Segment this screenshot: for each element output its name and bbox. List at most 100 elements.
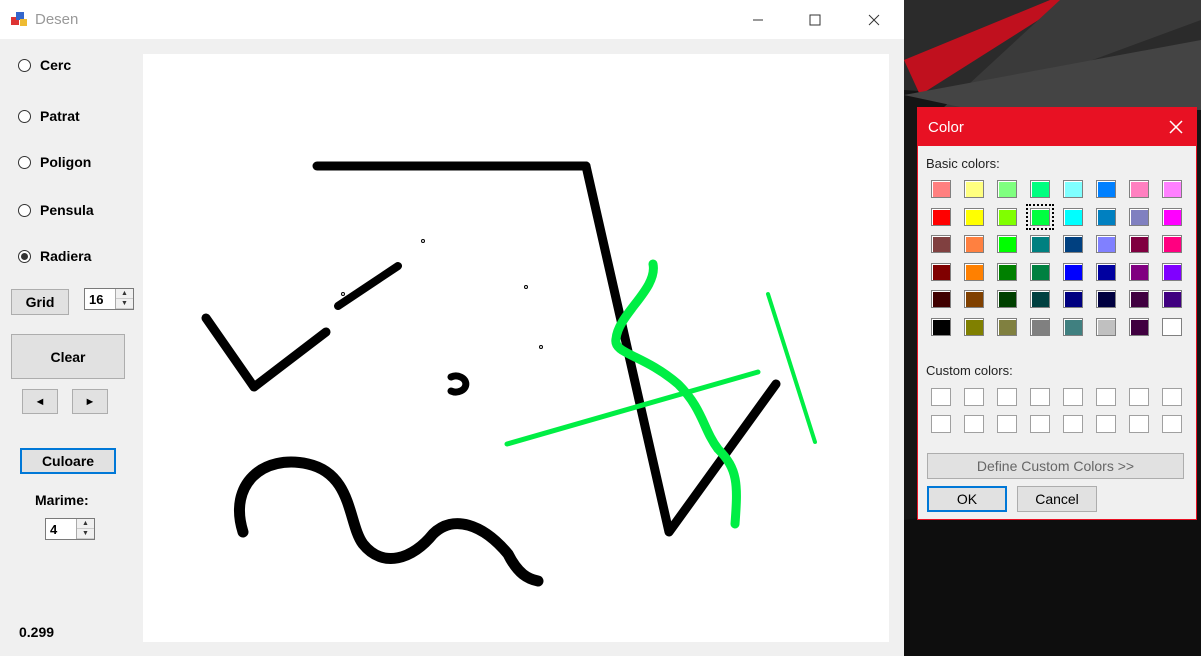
radio-label: Radiera [40, 248, 92, 264]
custom-color-swatch[interactable] [1030, 388, 1050, 406]
drawing-canvas[interactable] [143, 54, 889, 642]
color-swatch[interactable] [1096, 290, 1116, 308]
color-swatch[interactable] [1129, 235, 1149, 253]
color-swatch[interactable] [1129, 290, 1149, 308]
color-swatch[interactable] [997, 317, 1017, 336]
color-swatch[interactable] [1162, 180, 1182, 198]
custom-color-swatch[interactable] [1129, 415, 1149, 433]
minimize-button[interactable] [729, 0, 787, 39]
color-swatch[interactable] [1162, 317, 1182, 336]
color-swatch[interactable] [964, 207, 984, 226]
color-swatch[interactable] [1063, 262, 1083, 281]
custom-color-swatch[interactable] [1096, 388, 1116, 406]
cancel-button[interactable]: Cancel [1017, 486, 1097, 512]
color-swatch[interactable] [931, 290, 951, 308]
stepper-down-icon[interactable]: ▼ [116, 299, 133, 309]
color-swatch[interactable] [1063, 235, 1083, 253]
color-swatch[interactable] [1030, 290, 1050, 308]
color-swatch[interactable] [964, 262, 984, 281]
radio-label: Cerc [40, 57, 72, 73]
custom-color-swatch[interactable] [964, 415, 984, 433]
color-swatch[interactable] [964, 290, 984, 308]
radio-label: Pensula [40, 202, 94, 218]
define-custom-colors-label: Define Custom Colors >> [976, 458, 1135, 474]
color-swatch[interactable] [931, 262, 951, 281]
color-swatch[interactable] [1063, 207, 1083, 226]
custom-color-swatch[interactable] [1063, 388, 1083, 406]
maximize-button[interactable] [786, 0, 844, 39]
custom-color-swatch[interactable] [1129, 388, 1149, 406]
color-swatch[interactable] [1162, 262, 1182, 281]
grid-button-label: Grid [25, 294, 55, 310]
color-swatch[interactable] [964, 317, 984, 336]
stepper-down-icon[interactable]: ▼ [77, 529, 94, 539]
next-button[interactable]: ► [72, 389, 108, 414]
define-custom-colors-button[interactable]: Define Custom Colors >> [927, 453, 1184, 479]
color-swatch[interactable] [931, 207, 951, 226]
dialog-title: Color [928, 119, 964, 136]
custom-color-swatch[interactable] [1063, 415, 1083, 433]
clear-button[interactable]: Clear [11, 334, 125, 379]
color-swatch[interactable] [1030, 317, 1050, 336]
clear-button-label: Clear [50, 348, 86, 365]
prev-button[interactable]: ◄ [22, 389, 58, 414]
color-swatch[interactable] [1129, 262, 1149, 281]
color-swatch[interactable] [997, 262, 1017, 281]
dialog-close-button[interactable] [1164, 115, 1188, 139]
close-button[interactable] [845, 0, 903, 39]
color-swatch[interactable] [1030, 235, 1050, 253]
color-swatch[interactable] [1162, 235, 1182, 253]
radio-cerc[interactable]: Cerc [18, 57, 71, 73]
color-swatch[interactable] [1026, 203, 1054, 230]
color-swatch[interactable] [1096, 235, 1116, 253]
color-swatch[interactable] [997, 180, 1017, 198]
grid-size-stepper[interactable]: 16 ▲ ▼ [84, 288, 134, 310]
main-window: Desen Cerc Patrat Poligon Pensula Radier… [0, 0, 904, 656]
color-swatch[interactable] [1096, 317, 1116, 336]
color-swatch[interactable] [931, 317, 951, 336]
custom-color-swatch[interactable] [1162, 388, 1182, 406]
color-swatch[interactable] [1063, 180, 1083, 198]
radio-patrat[interactable]: Patrat [18, 108, 80, 124]
color-swatch[interactable] [997, 207, 1017, 226]
color-swatch[interactable] [1063, 317, 1083, 336]
stepper-up-icon[interactable]: ▲ [116, 289, 133, 299]
color-swatch[interactable] [964, 180, 984, 198]
status-value: 0.299 [19, 624, 55, 640]
color-swatch[interactable] [1129, 180, 1149, 198]
color-swatch[interactable] [931, 180, 951, 198]
color-swatch[interactable] [1096, 262, 1116, 281]
custom-color-swatch[interactable] [1162, 415, 1182, 433]
radio-radiera[interactable]: Radiera [18, 248, 91, 264]
color-swatch[interactable] [1030, 262, 1050, 281]
custom-color-swatch[interactable] [964, 388, 984, 406]
left-arrow-icon: ◄ [34, 395, 46, 408]
stepper-up-icon[interactable]: ▲ [77, 519, 94, 529]
color-swatch[interactable] [997, 235, 1017, 253]
color-swatch[interactable] [1063, 290, 1083, 308]
color-button[interactable]: Culoare [20, 448, 116, 474]
color-swatch[interactable] [1030, 180, 1050, 198]
custom-color-swatch[interactable] [997, 415, 1017, 433]
color-swatch[interactable] [964, 235, 984, 253]
grid-button[interactable]: Grid [11, 289, 69, 315]
size-stepper[interactable]: 4 ▲ ▼ [45, 518, 95, 540]
custom-color-swatch[interactable] [997, 388, 1017, 406]
radio-indicator [18, 109, 31, 123]
custom-color-swatch[interactable] [1096, 415, 1116, 433]
color-swatch[interactable] [1096, 207, 1116, 226]
color-swatch[interactable] [1096, 180, 1116, 198]
ok-button[interactable]: OK [927, 486, 1007, 512]
color-swatch[interactable] [1129, 207, 1149, 226]
color-swatch[interactable] [1129, 317, 1149, 336]
color-swatch[interactable] [997, 290, 1017, 308]
custom-color-swatch[interactable] [931, 415, 951, 433]
black-stroke [233, 456, 544, 587]
custom-color-swatch[interactable] [1030, 415, 1050, 433]
color-swatch[interactable] [931, 235, 951, 253]
radio-pensula[interactable]: Pensula [18, 202, 94, 218]
radio-poligon[interactable]: Poligon [18, 154, 91, 170]
color-swatch[interactable] [1162, 207, 1182, 226]
color-swatch[interactable] [1162, 290, 1182, 308]
custom-color-swatch[interactable] [931, 388, 951, 406]
